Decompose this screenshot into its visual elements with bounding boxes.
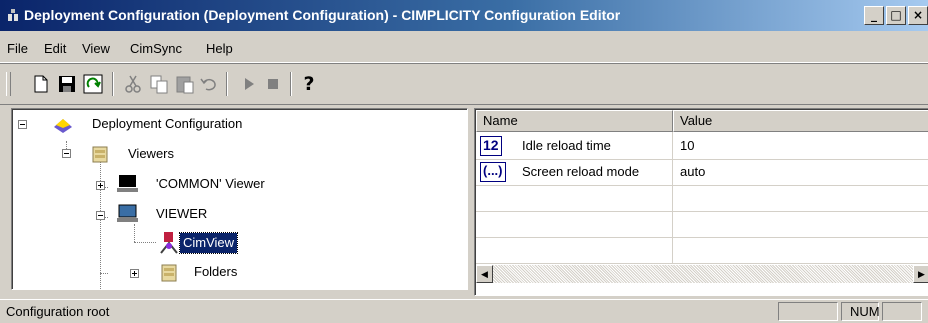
toolbar-separator [290,72,292,96]
property-row[interactable]: (...) Screen reload mode auto [476,159,928,186]
toolbar-separator [226,72,228,96]
tree-connector [100,273,108,274]
expand-toggle[interactable] [96,181,105,190]
viewers-folder-icon [92,146,108,163]
status-pane-empty [778,302,838,321]
column-header-name[interactable]: Name [476,110,673,132]
column-divider [672,132,673,264]
expand-toggle[interactable] [130,269,139,278]
window-title: Deployment Configuration (Deployment Con… [24,7,621,23]
undo-icon[interactable] [198,73,220,95]
scroll-left-button[interactable]: ◀ [476,265,493,283]
property-value[interactable]: auto [680,159,705,184]
property-value[interactable]: 10 [680,133,694,158]
collapse-toggle[interactable] [96,211,105,220]
viewer-station-icon [117,204,138,222]
stop-icon[interactable] [262,73,284,95]
help-icon[interactable]: ? [298,73,320,95]
menu-view[interactable]: View [82,41,110,56]
num-lock-indicator: NUM [841,302,880,321]
collapse-toggle[interactable] [62,149,71,158]
save-icon[interactable] [56,73,78,95]
menu-bar: File Edit View CimSync Help [0,31,928,63]
menu-help[interactable]: Help [206,41,233,56]
title-bar: Deployment Configuration (Deployment Con… [0,0,928,31]
status-bar: Configuration root NUM [0,299,928,323]
deployment-icon [54,119,72,133]
numeric-type-icon: 12 [480,136,502,156]
new-icon[interactable] [30,73,52,95]
scroll-right-button[interactable]: ▶ [913,265,928,283]
tree-node-root[interactable]: Deployment Configuration [92,114,242,134]
tree-connector [134,224,135,242]
property-row[interactable]: 12 Idle reload time 10 [476,133,928,160]
paste-icon[interactable] [174,73,196,95]
viewer-station-icon [117,175,138,192]
refresh-icon[interactable] [82,73,104,95]
menu-file[interactable]: File [7,41,28,56]
empty-row [476,237,928,264]
maximize-button[interactable]: □ [886,6,906,25]
tree-node-viewer[interactable]: VIEWER [156,204,207,224]
tree-view[interactable]: Deployment Configuration Viewers 'COMMON… [11,108,468,290]
tree-node-folders[interactable]: Folders [194,262,237,282]
copy-icon[interactable] [148,73,170,95]
app-icon [8,9,18,21]
folders-icon [161,264,177,282]
property-name: Screen reload mode [522,164,640,179]
minimize-button[interactable]: _ [864,6,884,25]
cimview-icon [160,232,178,254]
empty-row [476,185,928,212]
cut-icon[interactable] [122,73,144,95]
empty-row [476,211,928,238]
enum-type-icon: (...) [480,162,506,182]
property-name: Idle reload time [522,138,611,153]
toolbar-grip[interactable] [6,72,11,96]
horizontal-scrollbar[interactable]: ◀ ▶ [476,265,928,283]
toolbar: ? [0,64,928,105]
tree-connector [134,242,156,243]
property-list[interactable]: Name Value 12 Idle reload time 10 (...) … [474,108,928,296]
toolbar-separator [112,72,114,96]
close-button[interactable]: × [908,6,928,25]
column-header-value[interactable]: Value [673,110,928,132]
tree-node-viewers[interactable]: Viewers [128,144,174,164]
tree-node-cimview[interactable]: CimView [178,232,239,254]
collapse-toggle[interactable] [18,120,27,129]
menu-edit[interactable]: Edit [44,41,66,56]
status-pane-empty [882,302,922,321]
status-text: Configuration root [6,304,110,319]
tree-node-common-viewer[interactable]: 'COMMON' Viewer [156,174,265,194]
run-icon[interactable] [238,73,260,95]
menu-cimsync[interactable]: CimSync [130,41,182,56]
